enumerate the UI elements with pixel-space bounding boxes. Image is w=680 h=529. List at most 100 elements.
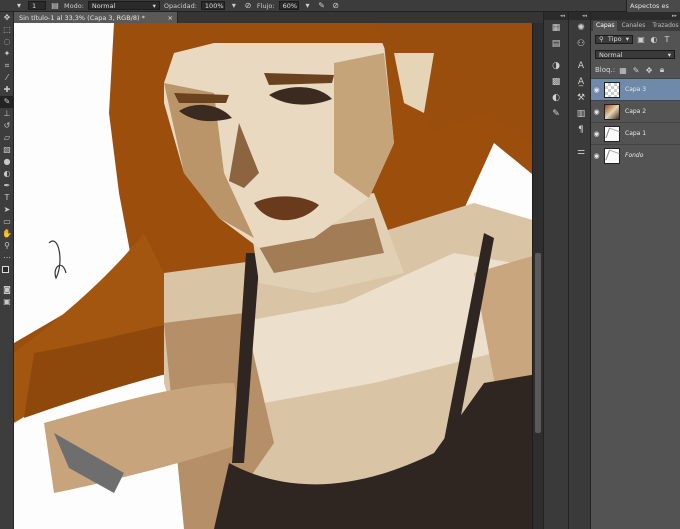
layer-name: Capa 2 xyxy=(625,108,647,115)
pressure-size-icon[interactable]: ⊘ xyxy=(331,1,341,11)
clone-stamp-tool-icon[interactable]: ⊥ xyxy=(0,108,14,120)
color-swatches[interactable] xyxy=(0,264,14,284)
filter-type-icon[interactable]: T xyxy=(662,34,672,44)
eye-icon[interactable]: ◉ xyxy=(591,108,602,116)
lock-paint-icon[interactable]: ✎ xyxy=(631,65,641,75)
filter-value: Tipo xyxy=(607,35,622,43)
layer-row[interactable]: ◉ Capa 3 xyxy=(591,78,680,100)
adjustments-panel-icon[interactable]: ◐ xyxy=(544,90,568,106)
lock-transparent-icon[interactable]: ▦ xyxy=(618,65,628,75)
workspace-switcher[interactable]: Aspectos es xyxy=(626,0,680,12)
swatches-panel-icon[interactable]: ▩ xyxy=(544,74,568,90)
blur-tool-icon[interactable]: ● xyxy=(0,156,14,168)
airbrush-icon[interactable]: ✎ xyxy=(317,1,327,11)
properties-panel-icon[interactable]: ⚌ xyxy=(569,144,593,160)
lock-move-icon[interactable]: ✥ xyxy=(644,65,654,75)
mode-value: Normal xyxy=(91,1,116,10)
collapse-arrows-icon[interactable]: ▸▸ xyxy=(591,12,680,20)
chevron-down-icon[interactable]: ▾ xyxy=(229,1,239,11)
type-tool-icon[interactable]: T xyxy=(0,192,14,204)
layer-filter-row: ⚲ Tipo ▾ ▣ ◐ T xyxy=(591,31,680,47)
gradient-tool-icon[interactable]: ▧ xyxy=(0,144,14,156)
shape-tool-icon[interactable]: ▭ xyxy=(0,216,14,228)
healing-brush-tool-icon[interactable]: ✚ xyxy=(0,84,14,96)
actions-panel-icon[interactable]: ▥ xyxy=(569,106,593,122)
artwork xyxy=(14,23,543,529)
more-tools-icon[interactable]: ⋯ xyxy=(0,252,14,264)
paragraph-panel-icon[interactable]: ¶ xyxy=(569,122,593,138)
layer-row[interactable]: ◉ Fondo xyxy=(591,144,680,166)
chevron-down-icon: ▾ xyxy=(152,1,156,10)
close-icon[interactable]: × xyxy=(168,14,173,22)
character-panel-icon[interactable]: A xyxy=(569,58,593,74)
color-panel-icon[interactable]: ◑ xyxy=(544,58,568,74)
brush-size-field[interactable]: 1 xyxy=(28,1,46,10)
pen-tool-icon[interactable]: ✒ xyxy=(0,180,14,192)
layers-panel-tabs: Capas Canales Trazados xyxy=(591,20,680,31)
chevron-down-icon: ▾ xyxy=(667,50,671,59)
opacity-field[interactable]: 100% xyxy=(200,1,225,10)
lasso-tool-icon[interactable]: ◌ xyxy=(0,36,14,48)
document-canvas[interactable] xyxy=(14,23,543,529)
mode-label: Modo: xyxy=(64,1,84,10)
lock-row: Bloq.: ▦ ✎ ✥ 🔒︎ xyxy=(591,62,680,78)
quick-mask-icon[interactable]: ◙ xyxy=(0,284,14,296)
eraser-tool-icon[interactable]: ▱ xyxy=(0,132,14,144)
brush-size-picker[interactable]: ▾ xyxy=(14,1,24,11)
tab-channels[interactable]: Canales xyxy=(618,21,648,31)
layer-row[interactable]: ◉ Capa 1 xyxy=(591,122,680,144)
marquee-tool-icon[interactable]: ⬚ xyxy=(0,24,14,36)
collapse-arrows-icon[interactable]: ◂◂ xyxy=(544,12,568,20)
zoom-tool-icon[interactable]: ⚲ xyxy=(0,240,14,252)
path-select-tool-icon[interactable]: ➤ xyxy=(0,204,14,216)
options-bar: ▾ 1 ▤ Modo: Normal ▾ Opacidad: 100% ▾ ⊘ F… xyxy=(0,0,680,12)
eye-icon[interactable]: ◉ xyxy=(591,152,602,160)
workspace-label: Aspectos es xyxy=(630,2,669,10)
chevron-down-icon[interactable]: ▾ xyxy=(303,1,313,11)
history-brush-tool-icon[interactable]: ↺ xyxy=(0,120,14,132)
dodge-tool-icon[interactable]: ◐ xyxy=(0,168,14,180)
tab-paths[interactable]: Trazados xyxy=(649,21,680,31)
brush-tool-icon[interactable]: ✎ xyxy=(0,96,14,108)
move-tool-icon[interactable]: ✥ xyxy=(0,12,14,24)
brush-panel-icon[interactable]: ▤ xyxy=(50,1,60,11)
filter-pixel-icon[interactable]: ▣ xyxy=(636,34,646,44)
screen-mode-icon[interactable]: ▣ xyxy=(0,296,14,308)
collapse-arrows-icon[interactable]: ◂◂ xyxy=(569,12,590,20)
layer-row[interactable]: ◉ Capa 2 xyxy=(591,100,680,122)
clone-source-panel-icon[interactable]: ⚇ xyxy=(569,36,593,52)
styles-panel-icon[interactable]: ✎ xyxy=(544,106,568,122)
pressure-opacity-icon[interactable]: ⊘ xyxy=(243,1,253,11)
hand-tool-icon[interactable]: ✋ xyxy=(0,228,14,240)
layer-filter-select[interactable]: ⚲ Tipo ▾ xyxy=(595,34,633,44)
layer-name: Capa 3 xyxy=(625,86,647,93)
lock-label: Bloq.: xyxy=(595,66,616,74)
blend-value: Normal xyxy=(599,50,623,59)
layer-thumbnail xyxy=(604,147,620,164)
flow-field[interactable]: 60% xyxy=(278,1,299,10)
lock-all-icon[interactable]: 🔒︎ xyxy=(657,65,667,75)
crop-tool-icon[interactable]: ⌗ xyxy=(0,60,14,72)
scrollbar-thumb[interactable] xyxy=(535,253,541,433)
info-panel-icon[interactable]: ▤ xyxy=(544,36,568,52)
eyedropper-tool-icon[interactable]: ⁄ xyxy=(0,72,14,84)
tool-presets-panel-icon[interactable]: ⚒ xyxy=(569,90,593,106)
layer-thumbnail xyxy=(604,81,620,98)
eye-icon[interactable]: ◉ xyxy=(591,130,602,138)
layers-panel: ▸▸ Capas Canales Trazados ⚲ Tipo ▾ ▣ ◐ T N… xyxy=(591,12,680,529)
tools-panel: ✥ ⬚ ◌ ✦ ⌗ ⁄ ✚ ✎ ⊥ ↺ ▱ ▧ ● ◐ ✒ T ➤ ▭ ✋ ⚲ … xyxy=(0,12,14,529)
flow-label: Flujo: xyxy=(256,1,275,10)
paragraph-style-panel-icon[interactable]: A̲ xyxy=(569,74,593,90)
layer-thumbnail xyxy=(604,125,620,142)
tab-layers[interactable]: Capas xyxy=(593,21,618,31)
history-panel-icon[interactable]: ▦ xyxy=(544,20,568,36)
brush-presets-panel-icon[interactable]: ✺ xyxy=(569,20,593,36)
vertical-scrollbar[interactable] xyxy=(532,23,543,529)
document-tab[interactable]: Sin título-1 al 33,3% (Capa 3, RGB/8) * … xyxy=(14,12,178,23)
eye-icon[interactable]: ◉ xyxy=(591,86,602,94)
filter-adjust-icon[interactable]: ◐ xyxy=(649,34,659,44)
blend-mode-select[interactable]: Normal ▾ xyxy=(595,50,675,59)
foreground-color-swatch[interactable] xyxy=(2,266,9,273)
quick-select-tool-icon[interactable]: ✦ xyxy=(0,48,14,60)
mode-select[interactable]: Normal ▾ xyxy=(87,1,160,10)
